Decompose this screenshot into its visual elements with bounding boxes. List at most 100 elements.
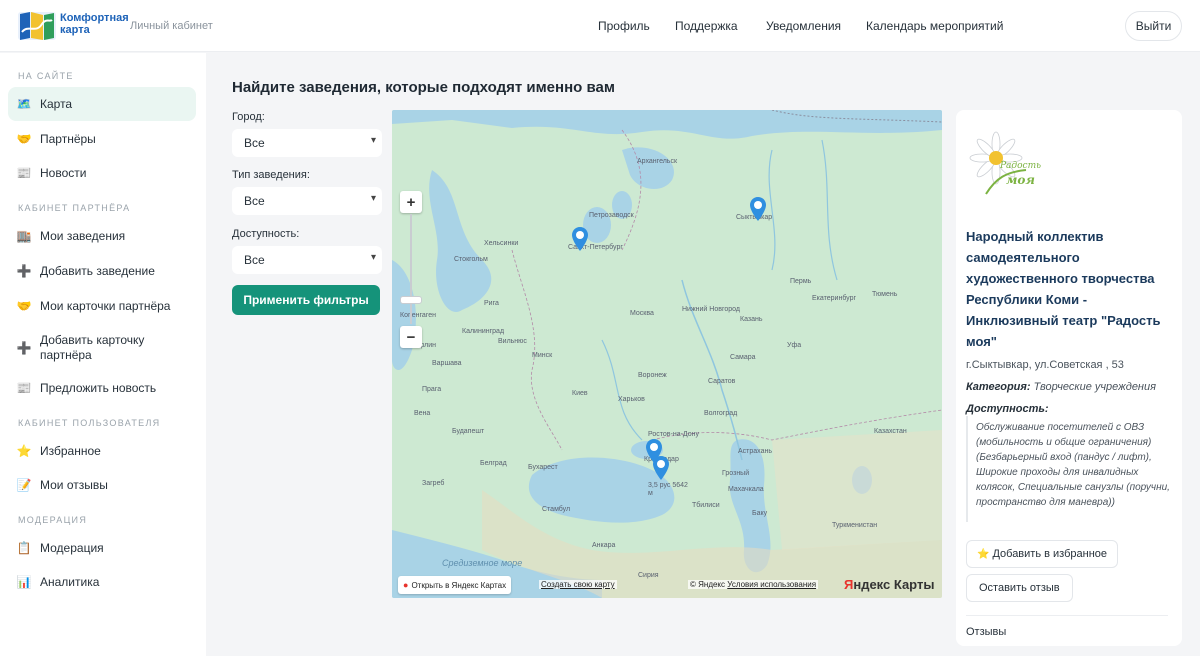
venue-type-select-value: Все <box>244 194 265 208</box>
map-label: Вена <box>414 410 431 417</box>
map-pin-icon[interactable] <box>748 196 768 222</box>
map-label: Уфа <box>787 342 802 349</box>
page-title: Найдите заведения, которые подходят имен… <box>232 79 615 96</box>
sidebar-item-partners[interactable]: 🤝 Партнёры <box>8 122 196 156</box>
sidebar-item-label: Аналитика <box>40 574 100 589</box>
zoom-out-button[interactable]: − <box>400 326 422 348</box>
sidebar-item-label: Мои карточки партнёра <box>40 298 171 313</box>
sidebar-item-label: Новости <box>40 165 87 180</box>
nav-support[interactable]: Поддержка <box>675 19 738 33</box>
map-footer: ● Открыть в Яндекс Картах Создать свою к… <box>392 572 942 598</box>
zoom-slider-handle[interactable] <box>400 296 422 304</box>
city-filter-label: Город: <box>232 111 265 123</box>
map-label: Средиземное море <box>442 558 523 568</box>
sidebar-item-my-reviews[interactable]: 📝 Мои отзывы <box>8 468 196 502</box>
reviews-heading: Отзывы <box>966 626 1007 638</box>
map-label: Екатеринбург <box>812 295 857 302</box>
map-label: Варшава <box>432 360 462 367</box>
brand-logo-icon[interactable] <box>18 10 56 42</box>
map-label: Рига <box>484 300 499 307</box>
venue-category: Категория: Творческие учреждения <box>966 381 1156 393</box>
map-label: Волгоград <box>704 410 738 417</box>
svg-text:моя: моя <box>1006 173 1035 187</box>
star-icon: ⭐ <box>16 444 32 458</box>
nav-notifications[interactable]: Уведомления <box>766 19 841 33</box>
map-copyright: © Яндекс Условия использования <box>688 580 819 589</box>
nav-events-calendar[interactable]: Календарь мероприятий <box>866 19 1003 33</box>
map-label: Грозный <box>722 470 750 477</box>
sidebar-section-user: Кабинет пользователя <box>18 418 161 428</box>
sidebar-item-favorites[interactable]: ⭐ Избранное <box>8 434 196 468</box>
zoom-in-button[interactable]: + <box>400 191 422 213</box>
sidebar-item-my-partner-cards[interactable]: 🤝 Мои карточки партнёра <box>8 289 196 323</box>
sidebar-item-label: Мои отзывы <box>40 477 108 492</box>
city-select[interactable]: Все ▾ <box>232 129 382 157</box>
sidebar-section-site: На сайте <box>18 71 74 81</box>
sidebar-item-analytics[interactable]: 📊 Аналитика <box>8 565 196 599</box>
map-label: Тбилиси <box>692 502 720 509</box>
apply-filters-button[interactable]: Применить фильтры <box>232 285 380 315</box>
leave-review-button[interactable]: Оставить отзыв <box>966 574 1073 602</box>
yandex-map[interactable]: Архангельск Петрозаводск Хельсинки Стокг… <box>392 110 942 598</box>
terms-of-use-link[interactable]: Условия использования <box>727 580 816 589</box>
map-label: Ростов-на-Дону <box>648 431 699 438</box>
sidebar-item-label: Карта <box>40 96 73 111</box>
note-icon: 📝 <box>16 478 32 492</box>
handshake-icon: 🤝 <box>16 299 32 313</box>
map-label: Харьков <box>618 396 645 403</box>
sidebar-item-my-venues[interactable]: 🏬 Мои заведения <box>8 219 196 253</box>
sidebar-item-add-partner-card[interactable]: ➕ Добавить карточку партнёра <box>8 329 196 367</box>
map-label: Киев <box>572 390 588 397</box>
partner-logo: Радость моя <box>969 131 1041 195</box>
sidebar-item-label: Партнёры <box>40 131 96 146</box>
cabinet-label: Личный кабинет <box>130 20 213 32</box>
sidebar-item-suggest-news[interactable]: 📰 Предложить новость <box>8 371 196 405</box>
sidebar-item-moderation[interactable]: 📋 Модерация <box>8 531 196 565</box>
open-in-yandex-maps-button[interactable]: ● Открыть в Яндекс Картах <box>398 576 512 594</box>
map-label: Хельсинки <box>484 240 519 247</box>
map-label: Будапешт <box>452 428 485 435</box>
sidebar-section-moderation: Модерация <box>18 515 88 525</box>
map-icon: 🗺️ <box>16 97 32 111</box>
create-map-link[interactable]: Создать свою карту <box>539 580 617 589</box>
map-label: Прага <box>422 386 442 393</box>
sidebar-item-label: Избранное <box>40 443 101 458</box>
add-to-favorites-button[interactable]: ⭐ Добавить в избранное <box>966 540 1119 568</box>
chart-icon: 📊 <box>16 575 32 589</box>
yandex-maps-logo: Яндекс Карты <box>844 577 935 592</box>
map-label: Казахстан <box>874 428 907 435</box>
map-pin-icon[interactable] <box>570 226 590 252</box>
sidebar-item-label: Мои заведения <box>40 228 126 243</box>
map-label: Загреб <box>422 480 445 487</box>
venue-address: г.Сыктывкар, ул.Советская , 53 <box>966 359 1124 371</box>
map-label: Петрозаводск <box>589 212 634 219</box>
map-label: Минск <box>532 352 553 359</box>
map-pin-icon[interactable] <box>651 455 671 481</box>
sidebar-item-map[interactable]: 🗺️ Карта <box>8 87 196 121</box>
sidebar: На сайте 🗺️ Карта 🤝 Партнёры 📰 Новости К… <box>0 53 206 656</box>
brand-name[interactable]: Комфортная карта <box>60 12 130 36</box>
map-label: Самара <box>730 354 756 361</box>
map-label: Вильнюс <box>498 338 527 345</box>
accessibility-select[interactable]: Все ▾ <box>232 246 382 274</box>
zoom-track <box>410 214 412 324</box>
chevron-down-icon: ▾ <box>370 193 376 204</box>
sidebar-item-news[interactable]: 📰 Новости <box>8 156 196 190</box>
venue-type-filter-label: Тип заведения: <box>232 169 310 181</box>
venue-type-select[interactable]: Все ▾ <box>232 187 382 215</box>
logout-button[interactable]: Выйти <box>1125 11 1182 41</box>
map-label: Саратов <box>708 378 736 385</box>
pin-caption: 3,5 рус 5642 м <box>648 482 688 497</box>
map-label: Тюмень <box>872 291 898 298</box>
sidebar-item-add-venue[interactable]: ➕ Добавить заведение <box>8 254 196 288</box>
map-label: Бухарест <box>528 464 558 471</box>
map-label: Калининград <box>462 328 505 335</box>
map-label: Туркменистан <box>832 522 878 529</box>
map-label: Белград <box>480 460 507 467</box>
clipboard-icon: 📋 <box>16 541 32 555</box>
map-label: Астрахань <box>738 448 772 455</box>
city-select-value: Все <box>244 136 265 150</box>
map-label: Копенгаген <box>400 312 436 319</box>
map-label: Архангельск <box>637 158 678 165</box>
nav-profile[interactable]: Профиль <box>598 19 650 33</box>
